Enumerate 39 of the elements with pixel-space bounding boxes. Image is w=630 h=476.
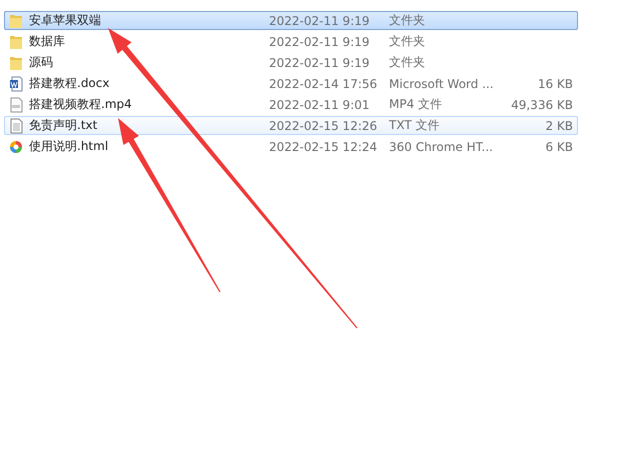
file-name: 免责声明.txt	[29, 117, 98, 134]
file-row[interactable]: 数据库 2022-02-11 9:19 文件夹	[4, 32, 578, 51]
file-row[interactable]: 安卓苹果双端 2022-02-11 9:19 文件夹	[4, 11, 578, 30]
file-row[interactable]: 搭建视频教程.mp4 2022-02-11 9:01 MP4 文件 49,336 KB	[4, 95, 578, 114]
date-modified: 2022-02-11 9:19	[269, 34, 370, 48]
date-modified: 2022-02-11 9:01	[269, 98, 370, 112]
file-name: 安卓苹果双端	[29, 12, 102, 29]
file-type: 360 Chrome HT...	[389, 140, 494, 154]
file-size: 16 KB	[538, 76, 573, 90]
folder-icon	[9, 12, 23, 28]
file-row[interactable]: 免责声明.txt 2022-02-15 12:26 TXT 文件 2 KB	[4, 116, 578, 135]
folder-icon	[9, 54, 23, 70]
folder-icon	[9, 34, 23, 50]
file-row[interactable]: 源码 2022-02-11 9:19 文件夹	[4, 53, 578, 72]
file-name: 搭建视频教程.mp4	[29, 96, 133, 113]
text-file-icon	[9, 118, 23, 134]
file-type: MP4 文件	[389, 96, 444, 113]
date-modified: 2022-02-14 17:56	[269, 76, 378, 90]
file-name: 使用说明.html	[29, 138, 110, 155]
file-size: 6 KB	[545, 140, 573, 154]
date-modified: 2022-02-11 9:19	[269, 56, 370, 70]
word-document-icon	[9, 76, 23, 92]
date-modified: 2022-02-15 12:24	[269, 140, 378, 154]
file-type: 文件夹	[389, 54, 426, 71]
file-row[interactable]: 使用说明.html 2022-02-15 12:24 360 Chrome HT... 6 KB	[4, 137, 578, 156]
browser-icon	[9, 138, 23, 154]
file-name: 数据库	[29, 33, 66, 50]
date-modified: 2022-02-11 9:19	[269, 14, 370, 28]
file-type: 文件夹	[389, 12, 426, 29]
file-row[interactable]: 搭建教程.docx 2022-02-14 17:56 Microsoft Word ... 16 KB	[4, 74, 578, 93]
file-name: 搭建教程.docx	[29, 75, 110, 92]
file-type: 文件夹	[389, 33, 426, 50]
file-size: 2 KB	[545, 118, 573, 132]
file-type: Microsoft Word ...	[389, 76, 495, 90]
file-type: TXT 文件	[389, 117, 440, 134]
file-size: 49,336 KB	[511, 98, 573, 112]
video-file-icon	[9, 96, 23, 112]
date-modified: 2022-02-15 12:26	[269, 118, 378, 132]
file-name: 源码	[29, 54, 54, 71]
